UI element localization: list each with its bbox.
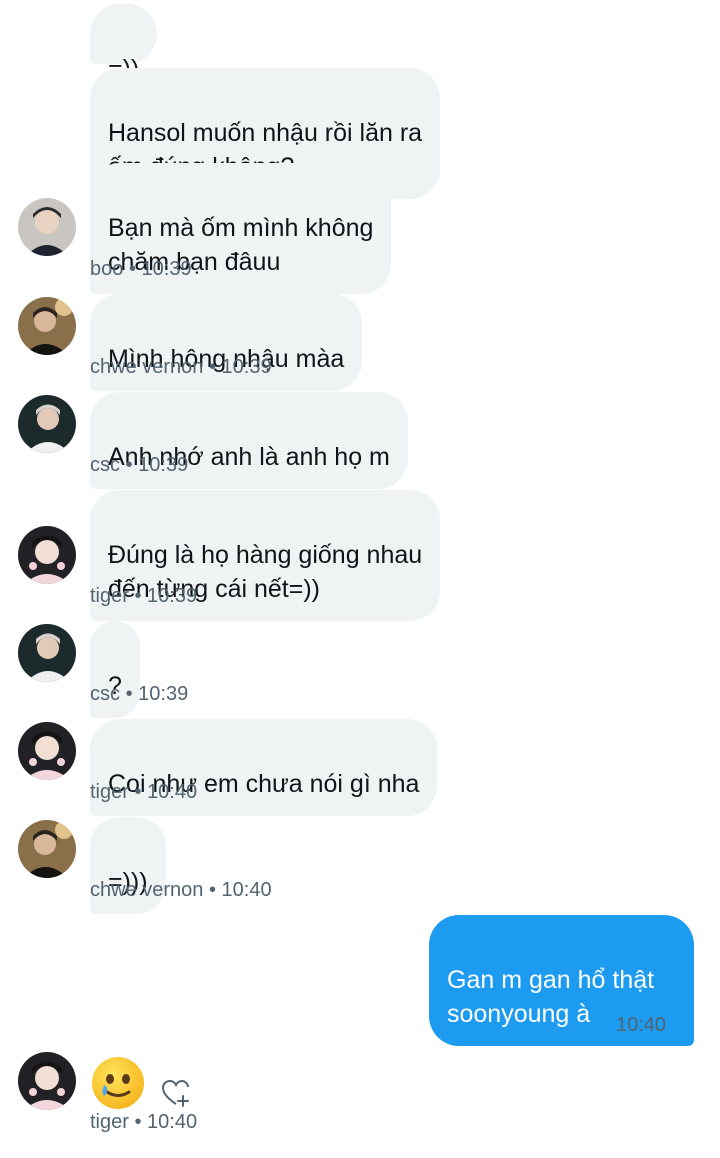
meta-separator: • [125,683,133,705]
sent-check-icon [676,1020,694,1035]
message-meta: tiger • 10:40 [90,1111,197,1134]
avatar-tiger[interactable] [18,526,76,584]
avatar-image [18,198,76,256]
avatar-image [18,820,76,878]
message-meta: tiger • 10:39 [90,585,197,608]
message-bubble[interactable]: =)) [90,4,158,83]
avatar-tiger[interactable] [18,1052,76,1110]
sender-name: chwe vernon [90,879,204,901]
meta-separator: • [208,356,216,378]
message-meta: csc • 10:39 [90,683,188,706]
sender-name: csc [90,683,120,705]
message-meta: boo • 10:39 [90,258,192,281]
heart-plus-icon[interactable] [161,1078,193,1108]
timestamp: 10:39 [141,258,192,280]
timestamp: 10:40 [616,1014,667,1036]
meta-separator: • [128,258,136,280]
message-meta: tiger • 10:40 [90,781,197,804]
timestamp: 10:39 [138,454,189,476]
meta-separator: • [134,781,142,803]
face-holding-back-tears-icon[interactable] [90,1055,146,1111]
sender-name: boo [90,258,124,280]
sender-name: tiger [90,585,129,607]
avatar-image [18,526,76,584]
meta-separator: • [134,1111,142,1133]
sender-name: tiger [90,1111,129,1133]
timestamp: 10:40 [221,879,272,901]
avatar-csc[interactable] [18,395,76,453]
avatar-chwe-vernon[interactable] [18,820,76,878]
meta-separator: • [134,585,142,607]
timestamp: 10:39 [138,683,189,705]
avatar-boo[interactable] [18,198,76,256]
timestamp: 10:40 [147,781,198,803]
meta-separator: • [125,454,133,476]
sender-name: chwe vernon [90,356,204,378]
my-message-meta: 10:40 [616,1014,666,1037]
sender-name: tiger [90,781,129,803]
avatar-image [18,1052,76,1110]
avatar-csc[interactable] [18,624,76,682]
message-meta: csc • 10:39 [90,454,188,477]
sender-name: csc [90,454,120,476]
timestamp: 10:40 [147,1111,198,1133]
message-meta: chwe vernon • 10:40 [90,879,272,902]
timestamp: 10:39 [221,356,272,378]
message-meta: chwe vernon • 10:39 [90,356,272,379]
avatar-image [18,395,76,453]
avatar-image [18,624,76,682]
timestamp: 10:39 [147,585,198,607]
avatar-chwe-vernon[interactable] [18,297,76,355]
avatar-image [18,722,76,780]
avatar-tiger[interactable] [18,722,76,780]
avatar-image [18,297,76,355]
meta-separator: • [208,879,216,901]
